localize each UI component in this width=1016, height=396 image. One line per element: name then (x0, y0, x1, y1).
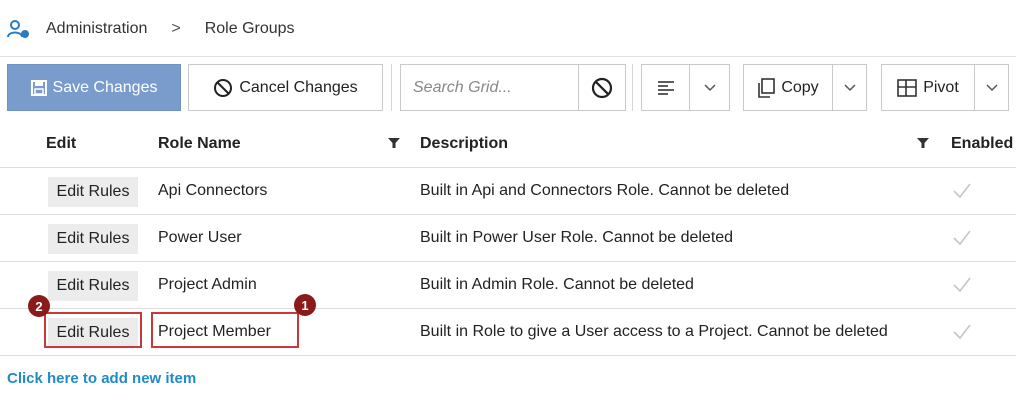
copy-icon (758, 77, 776, 98)
pivot-button[interactable]: Pivot (882, 65, 975, 110)
description-filter-icon[interactable] (917, 137, 929, 149)
column-header-enabled[interactable]: Enabled (951, 135, 1013, 153)
cancel-changes-button[interactable]: Cancel Changes (188, 64, 383, 111)
edit-rules-button[interactable]: Edit Rules (48, 177, 138, 207)
breadcrumb-role-groups: Role Groups (204, 20, 295, 37)
highlight-edit-rules (44, 312, 142, 348)
annotation-badge-2: 2 (28, 295, 50, 317)
role-name-cell: Power User (158, 229, 242, 246)
copy-dropdown[interactable] (833, 65, 866, 110)
pivot-table-icon (897, 78, 918, 97)
save-changes-button[interactable]: Save Changes (7, 64, 181, 111)
column-header-description[interactable]: Description (420, 135, 508, 153)
pivot-label: Pivot (923, 78, 959, 96)
text-align-split-button (641, 64, 730, 111)
enabled-checkmark-icon[interactable] (951, 227, 973, 249)
edit-rules-button[interactable]: Edit Rules (48, 271, 138, 301)
edit-rules-button[interactable]: Edit Rules (48, 224, 138, 254)
save-changes-label: Save Changes (52, 78, 158, 96)
cancel-changes-label: Cancel Changes (239, 78, 358, 96)
enabled-checkmark-icon[interactable] (951, 321, 973, 343)
column-header-edit: Edit (46, 135, 77, 152)
text-align-dropdown[interactable] (690, 65, 729, 110)
user-admin-icon (7, 20, 29, 38)
chevron-down-icon (703, 83, 716, 91)
table-row: Edit Rules Project Admin Built in Admin … (0, 262, 1016, 309)
add-new-item-link[interactable]: Click here to add new item (7, 370, 196, 387)
copy-split-button: Copy (743, 64, 867, 111)
search-grid-input[interactable]: Search Grid... (401, 79, 578, 97)
description-cell: Built in Role to give a User access to a… (420, 323, 888, 340)
role-name-cell: Project Admin (158, 276, 257, 293)
copy-label: Copy (781, 78, 819, 96)
chevron-down-icon (985, 83, 998, 91)
text-align-button[interactable] (642, 65, 690, 110)
description-cell: Built in Admin Role. Cannot be deleted (420, 276, 694, 293)
role-name-filter-icon[interactable] (388, 137, 400, 149)
cancel-icon (214, 78, 233, 97)
enabled-checkmark-icon[interactable] (951, 274, 973, 296)
clear-search-icon (591, 77, 613, 98)
copy-button[interactable]: Copy (744, 65, 833, 110)
highlight-project-member (151, 312, 299, 348)
breadcrumb-separator: > (171, 20, 181, 37)
table-row: Edit Rules Api Connectors Built in Api a… (0, 168, 1016, 215)
toolbar-divider (632, 64, 633, 111)
chevron-down-icon (843, 83, 856, 91)
breadcrumb: Administration > Role Groups (6, 17, 295, 41)
grid-header: Edit Role Name Description Enabled (0, 121, 1016, 168)
toolbar: Save Changes Cancel Changes Search Grid.… (0, 56, 1016, 121)
toolbar-divider (391, 64, 392, 111)
annotation-badge-1: 1 (294, 294, 316, 316)
breadcrumb-administration[interactable]: Administration (46, 20, 147, 38)
save-icon (30, 79, 47, 96)
description-cell: Built in Power User Role. Cannot be dele… (420, 229, 734, 246)
role-name-cell: Api Connectors (158, 182, 268, 199)
search-grid-field: Search Grid... (400, 64, 626, 111)
align-left-icon (657, 80, 674, 95)
table-row: Edit Rules Power User Built in Power Use… (0, 215, 1016, 262)
pivot-dropdown[interactable] (975, 65, 1008, 110)
enabled-checkmark-icon[interactable] (951, 180, 973, 202)
column-header-role-name[interactable]: Role Name (158, 135, 241, 153)
pivot-split-button: Pivot (881, 64, 1009, 111)
description-cell: Built in Api and Connectors Role. Cannot… (420, 182, 790, 199)
clear-search-button[interactable] (578, 65, 625, 110)
